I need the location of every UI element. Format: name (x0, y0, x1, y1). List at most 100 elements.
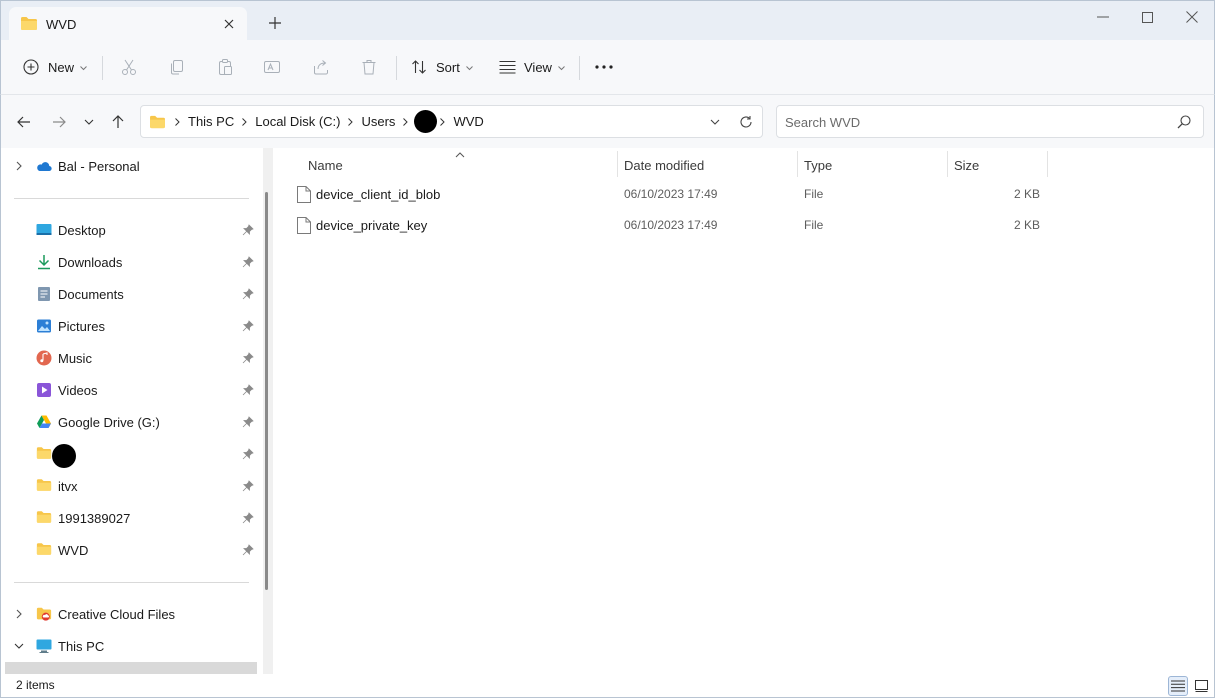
pin-icon[interactable] (242, 384, 254, 396)
pin-icon[interactable] (242, 416, 254, 428)
pin-icon[interactable] (242, 352, 254, 364)
breadcrumb-users[interactable]: Users (361, 114, 395, 129)
sort-button[interactable]: Sort (411, 52, 473, 82)
new-button[interactable]: New (23, 52, 87, 82)
column-header-name[interactable]: Name (308, 151, 343, 179)
file-size: 2 KB (1013, 218, 1040, 232)
desktop-icon (36, 222, 52, 238)
google-drive-icon (36, 414, 52, 430)
chevron-right-icon[interactable] (13, 160, 25, 172)
file-icon (297, 186, 311, 203)
command-bar: New Sort View (0, 40, 1215, 95)
more-icon[interactable] (593, 56, 615, 78)
view-button[interactable]: View (499, 52, 565, 82)
sidebar-item-label: itvx (58, 479, 78, 494)
forward-arrow-icon[interactable] (49, 112, 69, 132)
sort-icon (411, 59, 427, 75)
delete-icon[interactable] (358, 56, 380, 78)
recent-locations-chevron-icon[interactable] (79, 112, 99, 132)
cut-icon[interactable] (118, 56, 140, 78)
breadcrumb-local-disk[interactable]: Local Disk (C:) (255, 114, 340, 129)
search-box[interactable] (776, 105, 1204, 138)
pin-icon[interactable] (242, 480, 254, 492)
sidebar-item-1991389027[interactable]: 1991389027 (1, 503, 263, 533)
sidebar-item-onedrive[interactable]: Bal - Personal (1, 151, 263, 181)
pin-icon[interactable] (242, 224, 254, 236)
pin-icon[interactable] (242, 448, 254, 460)
sidebar-item-this-pc[interactable]: This PC (1, 631, 263, 661)
close-icon[interactable] (1178, 7, 1206, 27)
sidebar-scrollbar[interactable] (263, 148, 273, 674)
pin-icon[interactable] (242, 512, 254, 524)
file-type: File (804, 187, 824, 201)
address-bar[interactable]: This PC Local Disk (C:) Users WVD (140, 105, 763, 138)
column-header-date[interactable]: Date modified (624, 151, 704, 179)
sidebar-item-local-disk[interactable] (5, 662, 257, 674)
sidebar-item-downloads[interactable]: Downloads (1, 247, 263, 277)
sidebar-item-documents[interactable]: Documents (1, 279, 263, 309)
column-divider[interactable] (1047, 151, 1048, 177)
sidebar-item-label: Creative Cloud Files (58, 607, 176, 622)
chevron-right-icon (440, 117, 446, 126)
details-view-icon[interactable] (1168, 676, 1188, 696)
sidebar-item-desktop[interactable]: Desktop (1, 215, 263, 245)
table-row[interactable]: device_client_id_blob 06/10/2023 17:49 F… (293, 179, 1053, 209)
paste-icon[interactable] (214, 56, 236, 78)
file-date: 06/10/2023 17:49 (624, 218, 718, 232)
file-icon (297, 217, 311, 234)
table-row[interactable]: device_private_key 06/10/2023 17:49 File… (293, 210, 1053, 240)
sidebar-item-creative-cloud[interactable]: Creative Cloud Files (1, 599, 263, 629)
sidebar-item-label: This PC (58, 639, 105, 654)
sidebar-item-label: Bal - Personal (58, 159, 140, 174)
sidebar-item-google-drive[interactable]: Google Drive (G:) (1, 407, 263, 437)
toolbar-divider (102, 56, 103, 80)
address-history-chevron-icon[interactable] (706, 113, 724, 131)
new-tab-icon[interactable] (266, 14, 284, 32)
address-row: This PC Local Disk (C:) Users WVD (0, 95, 1215, 148)
refresh-icon[interactable] (737, 113, 755, 131)
rename-icon[interactable] (261, 56, 283, 78)
toolbar-divider (396, 56, 397, 80)
file-name: device_client_id_blob (316, 187, 441, 202)
breadcrumb-this-pc[interactable]: This PC (188, 114, 234, 129)
pin-icon[interactable] (242, 320, 254, 332)
column-divider[interactable] (617, 151, 618, 177)
sidebar-item-pictures[interactable]: Pictures (1, 311, 263, 341)
sidebar-item-music[interactable]: Music (1, 343, 263, 373)
up-arrow-icon[interactable] (108, 112, 128, 132)
sidebar-item-redacted-folder[interactable] (1, 439, 263, 469)
search-icon[interactable] (1176, 114, 1192, 130)
status-bar: 2 items (0, 674, 1215, 698)
breadcrumb-wvd[interactable]: WVD (453, 114, 483, 129)
pin-icon[interactable] (242, 288, 254, 300)
column-header-size[interactable]: Size (954, 151, 979, 179)
sidebar-item-itvx[interactable]: itvx (1, 471, 263, 501)
pin-icon[interactable] (242, 256, 254, 268)
sidebar-item-wvd[interactable]: WVD (1, 535, 263, 565)
redacted-username[interactable] (414, 110, 438, 133)
large-icons-view-icon[interactable] (1191, 676, 1211, 696)
copy-icon[interactable] (166, 56, 188, 78)
column-divider[interactable] (797, 151, 798, 177)
column-header-type[interactable]: Type (804, 151, 832, 179)
chevron-right-icon (175, 117, 180, 126)
minimize-icon[interactable] (1089, 7, 1117, 27)
tab-close-icon[interactable] (220, 15, 238, 33)
pin-icon[interactable] (242, 544, 254, 556)
new-label: New (48, 59, 75, 75)
chevron-down-icon[interactable] (13, 640, 25, 652)
chevron-right-icon[interactable] (13, 608, 25, 620)
column-divider[interactable] (947, 151, 948, 177)
navigation-pane: Bal - Personal Desktop Downloads Documen… (1, 148, 263, 674)
search-input[interactable] (785, 113, 1165, 131)
tab-wvd[interactable]: WVD (9, 7, 247, 41)
sidebar-item-videos[interactable]: Videos (1, 375, 263, 405)
toolbar-divider (579, 56, 580, 80)
back-arrow-icon[interactable] (14, 112, 34, 132)
download-icon (36, 254, 52, 270)
view-label: View (524, 59, 552, 75)
share-icon[interactable] (310, 56, 332, 78)
scrollbar-thumb[interactable] (265, 192, 268, 590)
title-bar: WVD (0, 0, 1215, 41)
maximize-icon[interactable] (1133, 7, 1161, 27)
